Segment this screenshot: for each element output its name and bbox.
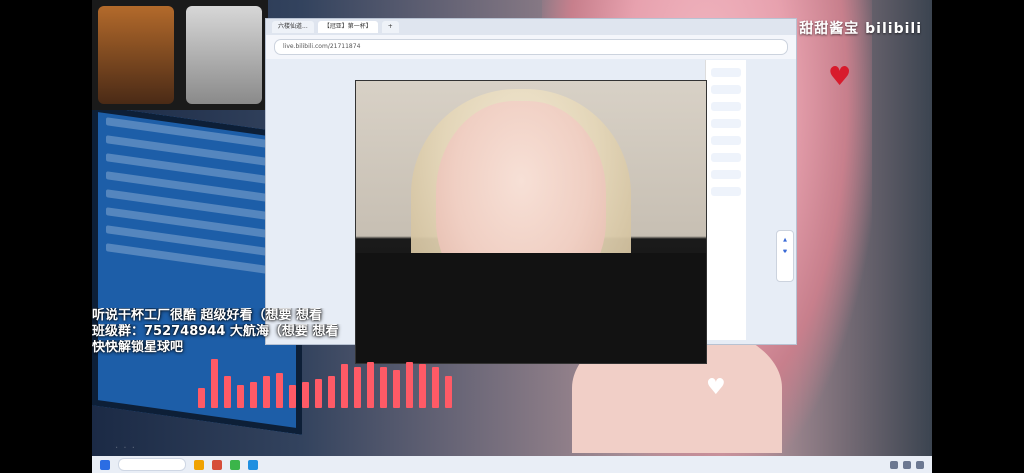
start-icon[interactable] [100,459,110,470]
equalizer-bar [211,359,218,408]
equalizer-bar [341,364,348,408]
equalizer-bar [289,385,296,408]
equalizer-bar [224,376,231,408]
equalizer-bar [237,385,244,408]
channel-watermark: 甜甜酱宝 bilibili [799,18,922,38]
thumbnail-cards [92,0,268,110]
equalizer-bar [380,367,387,408]
streamer-webcam [355,80,707,364]
clock-icon[interactable] [916,460,924,469]
stream-overlay-text: 听说干杯工厂很酷 超级好看（想要 想看 班级群：752748944 大航海（想要… [92,308,354,356]
heart-icon[interactable]: ♥ [777,249,793,255]
browser-tabbar: 六楼仙道... 【冠亚】第一杯】 + [266,19,796,35]
system-tray [890,460,924,469]
channel-name: 甜甜酱宝 [799,21,860,37]
streamer-shirt [356,253,706,363]
app-icon[interactable] [230,459,240,470]
equalizer-bar [419,364,426,408]
browser-icon[interactable] [248,459,258,470]
browser-tab[interactable]: 六楼仙道... [272,21,314,33]
trading-card-thumb-2 [186,6,262,104]
equalizer-bar [432,367,439,408]
equalizer-bar [406,362,413,408]
taskbar-search-input[interactable] [118,458,186,471]
equalizer-bar [198,388,205,408]
trading-card-thumb-1 [98,6,174,104]
equalizer-bar [315,379,322,408]
network-icon[interactable] [890,460,898,469]
equalizer-bar [263,376,270,408]
side-widgets[interactable]: ▲ ♥ [776,230,794,282]
platform-logo: bilibili [865,21,922,37]
heart-icon: ♥ [828,62,852,92]
windows-taskbar [92,456,932,473]
chat-panel [705,60,746,340]
new-tab-button[interactable]: + [381,21,399,33]
equalizer-bar [367,362,374,408]
heart-icon: ♥ [706,375,726,400]
equalizer-bar [354,367,361,408]
equalizer-bar [276,373,283,408]
equalizer-bar [328,376,335,408]
widget-icon-1[interactable]: ▲ [777,237,793,243]
overlay-line-1: 听说干杯工厂很酷 超级好看（想要 想看 [92,308,323,323]
file-explorer-icon[interactable] [194,459,204,470]
overlay-line-2: 班级群：752748944 大航海（想要 想看 [92,324,339,339]
equalizer-bar [445,376,452,408]
audio-equalizer [198,350,458,408]
browser-tab-active[interactable]: 【冠亚】第一杯】 [317,21,378,33]
equalizer-bar [302,382,309,408]
volume-icon[interactable] [903,460,911,469]
app-icon[interactable] [212,459,222,470]
bottom-ghost-text: · · · [115,443,136,454]
address-bar[interactable]: live.bilibili.com/21711874 [274,39,788,55]
equalizer-bar [393,370,400,408]
equalizer-bar [250,382,257,408]
